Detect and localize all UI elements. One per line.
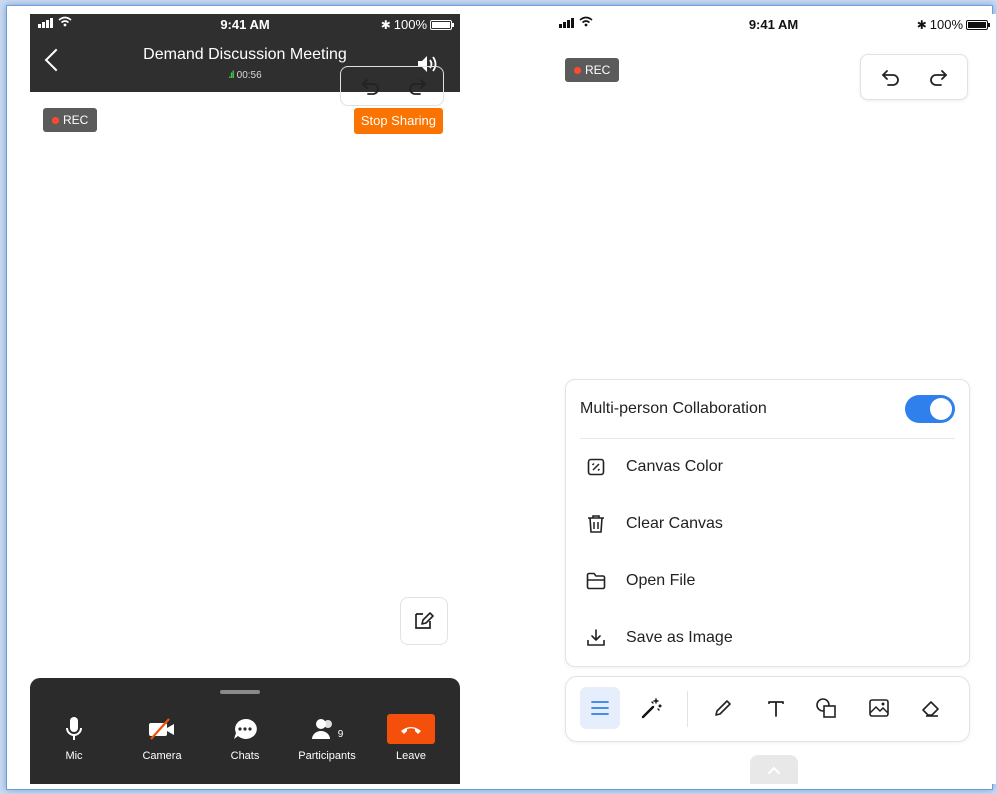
signal-strength-icon: .ıl (228, 70, 234, 81)
status-bar: 9:41 AM ✱ 100% (551, 14, 996, 36)
record-dot-icon (574, 66, 581, 74)
edit-icon (415, 612, 434, 629)
text-icon (768, 701, 784, 717)
stop-sharing-button[interactable]: Stop Sharing (353, 108, 443, 134)
chat-icon (234, 718, 257, 739)
expand-panel-button[interactable] (750, 755, 798, 784)
record-dot-icon (52, 116, 59, 124)
rec-label: REC (585, 63, 611, 77)
annotate-button[interactable] (400, 597, 448, 645)
rec-badge: REC (565, 58, 620, 82)
canvas-color-icon (587, 458, 605, 476)
trash-icon (588, 515, 604, 533)
drawing-toolbar (565, 676, 970, 742)
canvas-color-label: Canvas Color (626, 458, 723, 475)
undo-icon[interactable] (361, 76, 381, 96)
save-image-label: Save as Image (626, 629, 733, 646)
magic-wand-icon (641, 698, 662, 719)
redo-icon[interactable] (407, 76, 427, 96)
meeting-screen: 9:41 AM ✱ 100% Demand Discussion Meeting… (30, 14, 460, 784)
bluetooth-icon: ✱ (380, 17, 391, 32)
drag-handle[interactable] (220, 690, 260, 694)
image-tool-button[interactable] (859, 687, 899, 729)
magic-wand-tool-button[interactable] (632, 687, 672, 729)
menu-icon (591, 701, 609, 715)
participants-label: Participants (298, 750, 356, 762)
camera-off-icon (149, 718, 174, 740)
undo-redo-group (860, 54, 968, 100)
open-file-label: Open File (626, 572, 696, 589)
bluetooth-icon: ✱ (916, 17, 927, 32)
leave-button[interactable]: Leave (371, 714, 451, 762)
undo-icon[interactable] (881, 67, 901, 87)
eraser-tool-button[interactable] (911, 687, 951, 729)
redo-icon[interactable] (928, 67, 948, 87)
collaboration-row: Multi-person Collaboration (580, 380, 955, 439)
hang-up-icon (401, 727, 421, 734)
chats-button[interactable]: Chats (205, 714, 285, 762)
camera-button[interactable]: Camera (122, 714, 202, 762)
shapes-tool-button[interactable] (806, 687, 846, 729)
clear-canvas-label: Clear Canvas (626, 515, 723, 532)
toolbar-divider (687, 691, 688, 727)
image-icon (869, 699, 889, 717)
battery-percent: 100% (393, 17, 427, 32)
menu-tool-button[interactable] (580, 687, 620, 729)
participants-icon (311, 719, 332, 739)
download-icon (587, 629, 605, 646)
participants-button[interactable]: 9 Participants (287, 714, 367, 762)
participants-count: 9 (337, 728, 344, 740)
battery-icon (430, 19, 454, 30)
save-image-item[interactable]: Save as Image (586, 623, 733, 653)
collaboration-label: Multi-person Collaboration (580, 400, 767, 417)
camera-label: Camera (142, 750, 182, 762)
open-file-item[interactable]: Open File (586, 566, 695, 596)
eraser-icon (922, 701, 939, 717)
collaboration-toggle[interactable] (905, 395, 955, 423)
clear-canvas-item[interactable]: Clear Canvas (586, 509, 723, 539)
undo-redo-group (340, 66, 444, 106)
rec-badge: REC (43, 108, 98, 132)
rec-label: REC (63, 113, 89, 127)
folder-icon (586, 572, 606, 590)
mic-icon (66, 717, 82, 740)
pen-tool-button[interactable] (703, 687, 743, 729)
battery-icon (966, 19, 990, 30)
whiteboard-screen: 9:41 AM ✱ 100% REC Multi-person Collabor… (551, 14, 996, 784)
whiteboard-menu-panel: Multi-person Collaboration Canvas Color … (565, 379, 970, 667)
meeting-toolbar: Mic Camera Chats 9 Participants Leave (30, 678, 460, 784)
canvas-color-item[interactable]: Canvas Color (586, 452, 723, 482)
leave-label: Leave (396, 750, 426, 762)
mic-button[interactable]: Mic (34, 714, 114, 762)
status-bar: 9:41 AM ✱ 100% (30, 14, 460, 36)
shapes-icon (816, 698, 836, 718)
meeting-title: Demand Discussion Meeting (143, 46, 347, 63)
chats-label: Chats (230, 750, 260, 762)
battery-percent: 100% (929, 17, 963, 32)
pen-icon (715, 700, 731, 716)
text-tool-button[interactable] (756, 687, 796, 729)
chevron-up-icon (768, 766, 780, 774)
meeting-timer-value: 00:56 (236, 70, 262, 81)
mic-label: Mic (65, 750, 83, 762)
